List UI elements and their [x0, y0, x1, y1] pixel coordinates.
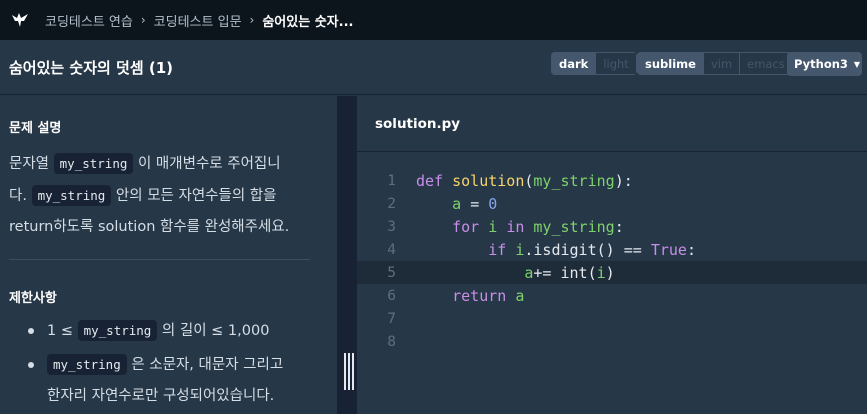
drag-handle-icon[interactable]: [344, 353, 354, 390]
code-line[interactable]: 1 def solution(my_string):: [357, 169, 867, 192]
code-text: return a: [452, 286, 525, 305]
keymap-sublime-button[interactable]: sublime: [637, 52, 704, 75]
editor-filename: solution.py: [375, 115, 461, 132]
code-line[interactable]: 8: [357, 330, 867, 353]
breadcrumb-item-current: 숨어있는 숫자...: [262, 14, 354, 30]
description-text: 문자열 my_string 이 매개변수로 주어집니 다. my_string …: [9, 148, 314, 243]
constraints-heading: 제한사항: [9, 291, 57, 306]
constraint-text-segment: 한자리 자연수로만 구성되어있습니다.: [47, 388, 275, 404]
code-text: a = 0: [452, 194, 498, 213]
inline-code: my_string: [47, 354, 127, 375]
breadcrumb-item-practice[interactable]: 코딩테스트 연습: [45, 11, 133, 30]
line-number: 4: [387, 241, 396, 258]
theme-dark-button[interactable]: dark: [551, 52, 597, 75]
keymap-emacs-button[interactable]: emacs: [740, 52, 793, 75]
line-number: 6: [387, 287, 396, 304]
code-line[interactable]: 6 return a: [357, 284, 867, 307]
theme-light-button[interactable]: light: [596, 52, 637, 75]
chevron-right-icon: ›: [249, 13, 255, 27]
code-line[interactable]: 2 a = 0: [357, 192, 867, 215]
code-editor[interactable]: 1 def solution(my_string): 2 a = 0 3 for…: [357, 153, 867, 414]
code-text: if i.isdigit() == True:: [488, 240, 696, 259]
theme-toggle: dark light: [551, 52, 637, 75]
problem-description-panel: 문제 설명 문자열 my_string 이 매개변수로 주어집니 다. my_s…: [0, 96, 337, 414]
inline-code: my_string: [31, 185, 112, 206]
line-number: 8: [387, 333, 396, 350]
description-text-segment: 안의 모든 자연수들의 합을: [111, 188, 277, 204]
inline-code: my_string: [53, 153, 134, 174]
programmers-logo-icon[interactable]: [9, 9, 31, 31]
description-line-2: 다. my_string 안의 모든 자연수들의 합을: [9, 180, 314, 212]
inline-code: my_string: [77, 320, 158, 341]
problem-header: 숨어있는 숫자의 덧셈 (1) dark light sublime vim e…: [0, 40, 867, 95]
line-number: 2: [387, 195, 396, 212]
description-text-segment: 이 매개변수로 주어집니: [133, 156, 281, 172]
keymap-toggle: sublime vim emacs: [637, 52, 793, 75]
description-heading: 문제 설명: [9, 121, 62, 136]
description-text-segment: 문자열: [9, 156, 54, 172]
line-number: 7: [387, 310, 396, 327]
breadcrumb-item-intro[interactable]: 코딩테스트 입문: [154, 11, 242, 30]
code-line[interactable]: 3 for i in my_string:: [357, 215, 867, 238]
language-select-value: Python3: [794, 57, 848, 71]
line-number: 3: [387, 218, 396, 235]
language-select[interactable]: Python3 ▼: [787, 52, 862, 76]
code-text: a+= int(i): [524, 263, 615, 282]
constraint-text-segment: 의 길이 ≤ 1,000: [157, 323, 270, 339]
breadcrumb: 코딩테스트 연습 › 코딩테스트 입문 › 숨어있는 숫자...: [45, 11, 353, 30]
code-text: def solution(my_string):: [416, 171, 633, 190]
constraint-text-segment: 은 소문자, 대문자 그리고: [126, 357, 284, 373]
description-line-3: return하도록 solution 함수를 완성해주세요.: [9, 219, 290, 235]
description-text-segment: 다.: [9, 188, 32, 204]
code-line-active[interactable]: 5 a+= int(i): [357, 261, 867, 284]
top-nav-bar: 코딩테스트 연습 › 코딩테스트 입문 › 숨어있는 숫자...: [0, 0, 867, 40]
page-title: 숨어있는 숫자의 덧셈 (1): [9, 58, 174, 77]
editor-header: solution.py: [357, 96, 867, 152]
line-number: 5: [387, 264, 396, 281]
chevron-right-icon: ›: [140, 13, 146, 27]
constraint-item: 1 ≤ my_string 의 길이 ≤ 1,000: [28, 315, 315, 347]
section-divider: [9, 259, 310, 260]
code-line[interactable]: 4 if i.isdigit() == True:: [357, 238, 867, 261]
line-number: 1: [387, 172, 396, 189]
code-text: for i in my_string:: [452, 217, 624, 236]
caret-down-icon: ▼: [853, 59, 861, 69]
keymap-vim-button[interactable]: vim: [703, 52, 741, 75]
code-line[interactable]: 7: [357, 307, 867, 330]
description-line-1: 문자열 my_string 이 매개변수로 주어집니: [9, 148, 314, 180]
constraint-item: my_string 은 소문자, 대문자 그리고 한자리 자연수로만 구성되어있…: [28, 349, 315, 412]
constraint-text-segment: 1 ≤: [47, 323, 78, 339]
